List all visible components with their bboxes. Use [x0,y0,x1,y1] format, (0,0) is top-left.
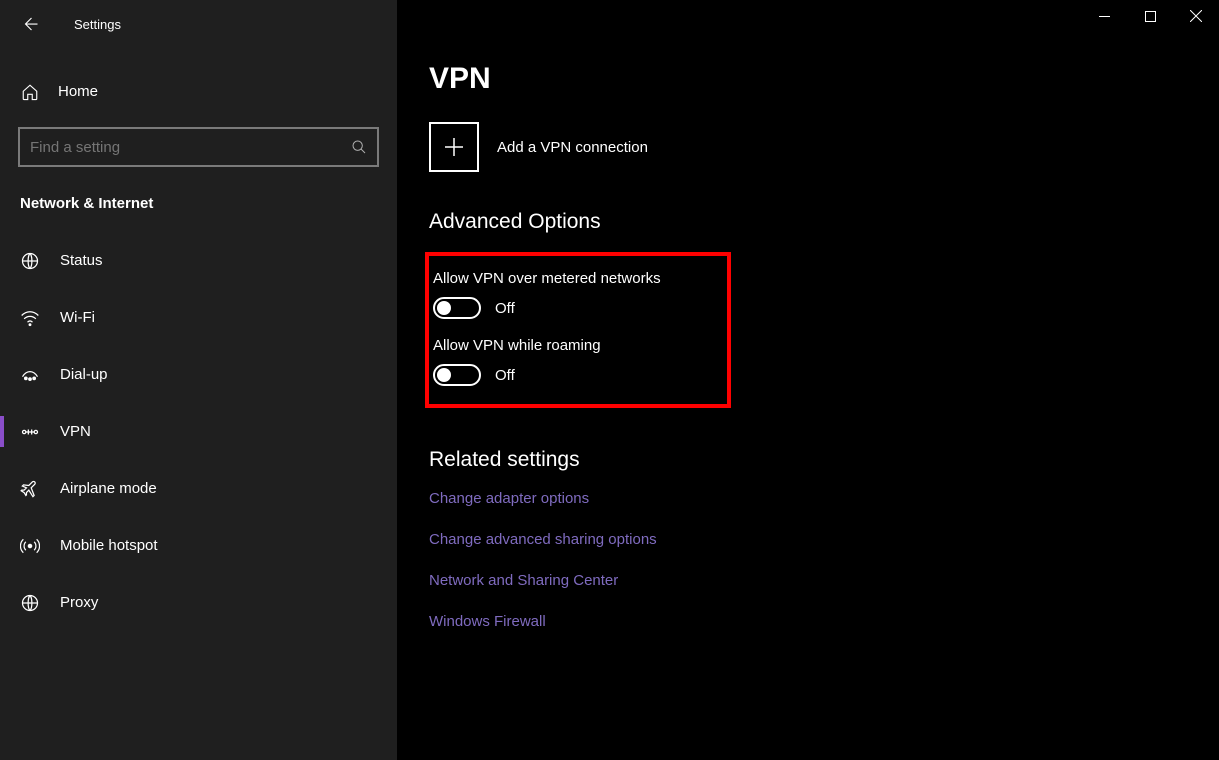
sidebar-item-label: Proxy [60,594,98,611]
sidebar-category: Network & Internet [0,167,397,222]
setting-roaming: Allow VPN while roaming Off [433,337,713,386]
related-section: Related settings Change adapter options … [429,448,1219,630]
sidebar-item-hotspot[interactable]: Mobile hotspot [0,517,397,574]
titlebar: Settings [0,0,397,48]
link-network-center[interactable]: Network and Sharing Center [429,572,1219,589]
sidebar-item-proxy[interactable]: Proxy [0,574,397,631]
sidebar-item-label: VPN [60,423,91,440]
home-icon [20,82,40,102]
search-input[interactable] [30,139,351,156]
toggle-metered[interactable] [433,297,481,319]
add-vpn-button[interactable]: Add a VPN connection [429,122,1219,172]
toggle-state: Off [495,367,515,384]
search-box[interactable] [18,127,379,167]
back-button[interactable] [14,8,46,40]
hotspot-icon [20,536,40,556]
highlight-annotation: Allow VPN over metered networks Off Allo… [425,252,731,408]
sidebar-item-wifi[interactable]: Wi-Fi [0,289,397,346]
link-firewall[interactable]: Windows Firewall [429,613,1219,630]
sidebar-item-label: Wi-Fi [60,309,95,326]
setting-label: Allow VPN while roaming [433,337,713,354]
sidebar: Settings Home Network & Internet [0,0,397,760]
main-content: VPN Add a VPN connection Advanced Option… [397,0,1219,760]
advanced-heading: Advanced Options [429,210,1219,234]
sidebar-home[interactable]: Home [0,68,397,115]
sidebar-item-airplane[interactable]: Airplane mode [0,460,397,517]
sidebar-nav: Status Wi-Fi Dial-up [0,232,397,631]
wifi-icon [20,308,40,328]
dialup-icon [20,365,40,385]
proxy-icon [20,593,40,613]
vpn-icon [20,422,40,442]
minimize-button[interactable] [1081,0,1127,32]
toggle-state: Off [495,300,515,317]
sidebar-item-status[interactable]: Status [0,232,397,289]
home-label: Home [58,83,98,100]
setting-label: Allow VPN over metered networks [433,270,713,287]
status-icon [20,251,40,271]
sidebar-item-label: Airplane mode [60,480,157,497]
add-vpn-label: Add a VPN connection [497,139,648,156]
plus-icon [429,122,479,172]
link-adapter[interactable]: Change adapter options [429,490,1219,507]
toggle-roaming[interactable] [433,364,481,386]
related-heading: Related settings [429,448,1219,472]
close-button[interactable] [1173,0,1219,32]
sidebar-item-label: Dial-up [60,366,108,383]
sidebar-item-label: Mobile hotspot [60,537,158,554]
page-title: VPN [429,62,1219,96]
sidebar-item-label: Status [60,252,103,269]
window-controls [1081,0,1219,32]
sidebar-item-vpn[interactable]: VPN [0,403,397,460]
search-icon [351,139,367,155]
airplane-icon [20,479,40,499]
link-sharing[interactable]: Change advanced sharing options [429,531,1219,548]
sidebar-item-dialup[interactable]: Dial-up [0,346,397,403]
setting-metered: Allow VPN over metered networks Off [433,270,713,319]
maximize-button[interactable] [1127,0,1173,32]
window-title: Settings [74,17,121,32]
